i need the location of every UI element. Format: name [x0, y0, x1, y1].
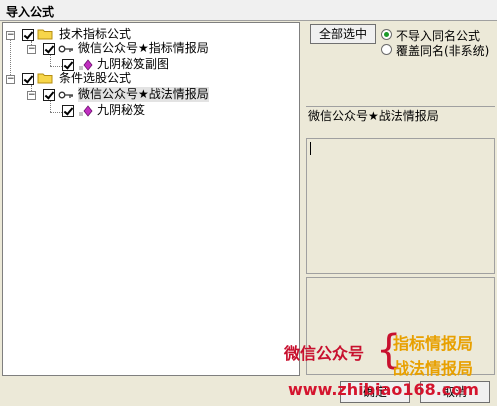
watermark-tactics-text: 战法情报局 — [393, 359, 474, 378]
overwrite-same-name-radio[interactable] — [381, 44, 392, 55]
tree-node-formula-tactics[interactable]: − 微信公众号★战法情报局 — [3, 87, 293, 103]
formula-key-icon — [58, 45, 73, 53]
watermark-url: www.zhibiao168.com — [288, 380, 479, 399]
collapse-toggle[interactable]: − — [6, 31, 15, 40]
title-bar: 导入公式 — [0, 0, 497, 20]
formula-name: 微信公众号★战法情报局 — [308, 109, 439, 123]
overwrite-same-name-label: 覆盖同名(非系统) — [396, 44, 490, 58]
formula-description-box[interactable] — [306, 138, 495, 274]
folder-icon — [37, 29, 53, 40]
formula-label: 微信公众号★指标情报局 — [78, 41, 209, 55]
formula-part-icon — [79, 59, 93, 71]
formula-checkbox[interactable] — [43, 43, 55, 55]
formula-label-selected: 微信公众号★战法情报局 — [78, 87, 209, 102]
tree-node-formula-indicator[interactable]: − 微信公众号★指标情报局 — [3, 41, 293, 57]
no-import-same-name-radio[interactable] — [381, 29, 392, 40]
collapse-toggle[interactable]: − — [27, 91, 36, 100]
text-caret — [310, 142, 311, 155]
formula-key-icon — [58, 91, 73, 99]
group-checkbox[interactable] — [22, 29, 34, 41]
part-checkbox[interactable] — [62, 59, 74, 71]
collapse-toggle[interactable]: − — [27, 45, 36, 54]
select-all-button[interactable]: 全部选中 — [310, 24, 376, 44]
title-divider — [0, 20, 497, 21]
tree-node-formula-part[interactable]: 九阴秘笈 — [3, 103, 293, 119]
window-title: 导入公式 — [6, 5, 55, 19]
formula-part-icon — [79, 105, 93, 117]
group-label: 条件选股公式 — [59, 71, 132, 85]
group-checkbox[interactable] — [22, 73, 34, 85]
collapse-toggle[interactable]: − — [6, 75, 15, 84]
formula-checkbox[interactable] — [43, 89, 55, 101]
formula-name-bar: 微信公众号★战法情报局 — [306, 106, 495, 135]
watermark-wechat-text: 微信公众号 — [284, 344, 365, 363]
part-label: 九阴秘笈副图 — [97, 57, 170, 71]
formula-tree[interactable]: − 技术指标公式 − 微信公众号★指标情报局 九阴秘笈副图 − 条件选股公式 − — [2, 22, 300, 376]
tree-node-group-screening[interactable]: − 条件选股公式 — [3, 71, 293, 87]
group-label: 技术指标公式 — [59, 27, 132, 41]
folder-icon — [37, 73, 53, 84]
part-checkbox[interactable] — [62, 105, 74, 117]
watermark-indicator-text: 指标情报局 — [393, 334, 474, 353]
part-label: 九阴秘笈 — [97, 103, 146, 117]
